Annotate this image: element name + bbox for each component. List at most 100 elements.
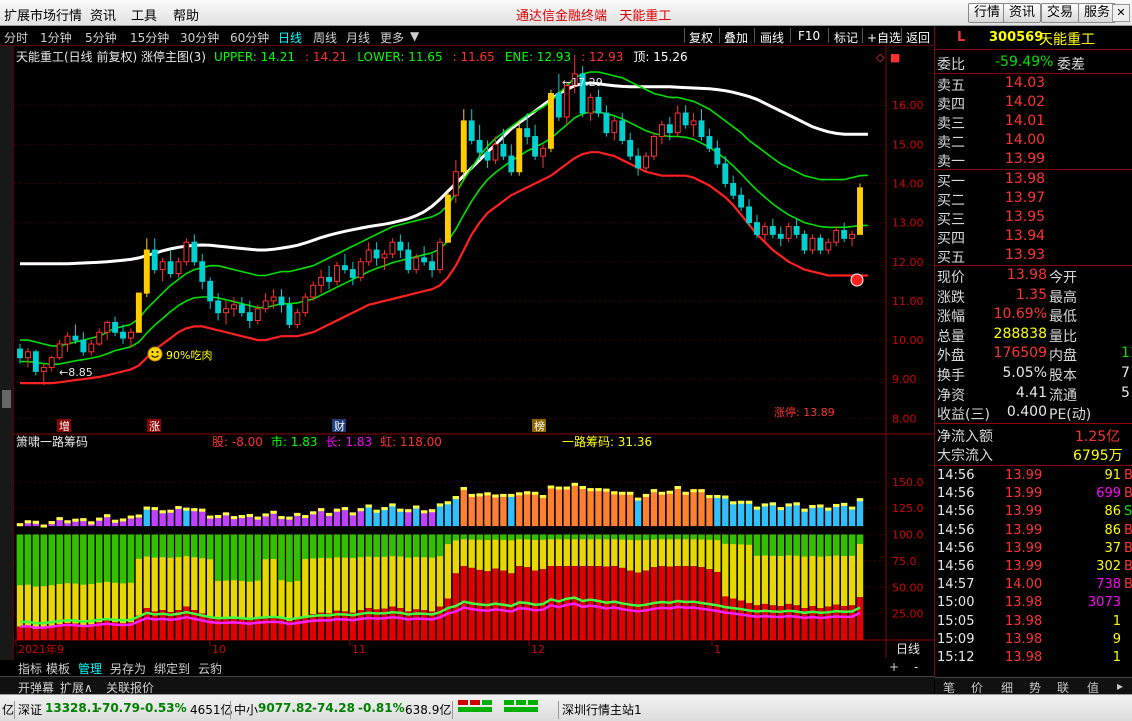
marker-finance[interactable]: 财 bbox=[334, 419, 345, 433]
stat-row[interactable]: 现价 13.98 今开 bbox=[935, 267, 1132, 286]
period-tab-15min[interactable]: 15分钟 bbox=[130, 29, 169, 46]
ask-row[interactable]: 卖四 14.02 bbox=[935, 94, 1132, 113]
draw-button[interactable]: 画线 bbox=[760, 29, 784, 46]
tick-volume: 86 bbox=[1104, 504, 1121, 520]
ask-level-label: 卖三 bbox=[937, 116, 965, 132]
period-tab-weekly[interactable]: 周线 bbox=[313, 29, 337, 46]
tab-indicator[interactable]: 指标 bbox=[18, 660, 42, 677]
tab-bind[interactable]: 绑定到 bbox=[154, 660, 190, 677]
zoom-in-icon[interactable]: + bbox=[889, 660, 899, 674]
bid-row[interactable]: 买五 13.93 bbox=[935, 247, 1132, 266]
stat-row[interactable]: 涨幅 10.69% 最低 bbox=[935, 306, 1132, 325]
ask-row[interactable]: 卖一 13.99 bbox=[935, 151, 1132, 170]
server-name[interactable]: 深圳行情主站1 bbox=[562, 701, 642, 718]
menu-item-market[interactable]: 扩展市场行情 bbox=[4, 5, 82, 24]
service-button[interactable]: 服务 bbox=[1078, 3, 1117, 23]
sentiment-bar bbox=[460, 487, 467, 527]
menu-item-help[interactable]: 帮助 bbox=[173, 5, 199, 24]
tick-row[interactable]: 15:00 13.98 3073 bbox=[935, 595, 1132, 613]
tick-row[interactable]: 14:56 13.99 302 B bbox=[935, 559, 1132, 577]
sentiment-bar bbox=[785, 503, 792, 527]
adjust-button[interactable]: 复权 bbox=[689, 29, 713, 46]
sentiment-cap bbox=[127, 515, 135, 519]
tab-template[interactable]: 模板 bbox=[46, 660, 70, 677]
news-button[interactable]: 资讯 bbox=[1003, 3, 1042, 23]
ask-row[interactable]: 卖二 14.00 bbox=[935, 132, 1132, 151]
bid-row[interactable]: 买四 13.94 bbox=[935, 228, 1132, 247]
period-tab-daily[interactable]: 日线 bbox=[278, 29, 302, 46]
marker-increase[interactable]: 增 bbox=[59, 419, 70, 433]
bid-row[interactable]: 买一 13.98 bbox=[935, 171, 1132, 190]
sentiment-bar bbox=[674, 486, 681, 527]
tick-price: 13.99 bbox=[1005, 559, 1043, 574]
marker-rise[interactable]: 涨 bbox=[149, 420, 160, 433]
chip-bar-green bbox=[365, 534, 372, 557]
ask-row[interactable]: 卖五 14.03 bbox=[935, 75, 1132, 94]
tick-row[interactable]: 14:56 13.99 91 B bbox=[935, 468, 1132, 486]
ask-row[interactable]: 卖三 14.01 bbox=[935, 113, 1132, 132]
period-tab-30min[interactable]: 30分钟 bbox=[180, 29, 219, 46]
kline-chart[interactable]: 16.00 15.00 14.00 13.00 12.00 11.00 10.00 9.00 8… bbox=[14, 46, 934, 658]
sentiment-cap bbox=[96, 517, 103, 521]
period-tab-timeshare[interactable]: 分时 bbox=[4, 29, 28, 46]
tick-row[interactable]: 14:56 13.99 699 B bbox=[935, 486, 1132, 504]
f10-button[interactable]: F10 bbox=[798, 29, 820, 43]
tab-save-as[interactable]: 另存为 bbox=[110, 660, 146, 677]
chart-close-icon[interactable]: ■ bbox=[890, 51, 900, 64]
overlay-button[interactable]: 叠加 bbox=[724, 29, 748, 46]
stat-row[interactable]: 涨跌 1.35 最高 bbox=[935, 287, 1132, 306]
tick-row[interactable]: 14:56 13.99 37 B bbox=[935, 541, 1132, 559]
period-tab-60min[interactable]: 60分钟 bbox=[230, 29, 269, 46]
close-icon[interactable]: ✕ bbox=[1112, 4, 1130, 22]
tab-more-icon[interactable]: ▸ bbox=[1117, 679, 1123, 693]
quote-button[interactable]: 行情 bbox=[968, 3, 1007, 23]
bid-row[interactable]: 买二 13.97 bbox=[935, 190, 1132, 209]
tab-cloud[interactable]: 云豹 bbox=[198, 660, 222, 677]
stat-row[interactable]: 总量 288838 量比 bbox=[935, 326, 1132, 345]
trade-button[interactable]: 交易 bbox=[1041, 3, 1080, 23]
zoom-out-icon[interactable]: - bbox=[914, 660, 918, 674]
tab-manage[interactable]: 管理 bbox=[78, 660, 102, 677]
chart-options-icon[interactable]: ◇ bbox=[876, 51, 885, 64]
menu-item-tools[interactable]: 工具 bbox=[131, 5, 157, 24]
tick-row[interactable]: 14:56 13.99 86 S bbox=[935, 504, 1132, 522]
period-tab-1min[interactable]: 1分钟 bbox=[40, 29, 72, 46]
stat-row[interactable]: 换手 5.05% 股本 7 bbox=[935, 365, 1132, 384]
tick-row[interactable]: 15:09 13.98 9 bbox=[935, 632, 1132, 650]
ask-price: 14.02 bbox=[1005, 94, 1046, 110]
tick-row[interactable]: 15:05 13.98 1 bbox=[935, 614, 1132, 632]
mark-button[interactable]: 标记 bbox=[834, 29, 858, 46]
chip-bar-green bbox=[413, 534, 420, 557]
sentiment-bar bbox=[484, 492, 491, 527]
netflow-value: 1.25亿 bbox=[1075, 429, 1121, 445]
stat-row[interactable]: 净资 4.41 流通 5 bbox=[935, 385, 1132, 404]
sentiment-cap bbox=[286, 516, 293, 520]
zx-change: -74.28 bbox=[312, 701, 355, 715]
zx-label[interactable]: 中小 bbox=[234, 701, 258, 718]
menu-item-news[interactable]: 资讯 bbox=[90, 5, 116, 24]
bid-row[interactable]: 买三 13.95 bbox=[935, 209, 1132, 228]
sentiment-bar bbox=[436, 503, 444, 527]
sz-label[interactable]: 深证 bbox=[18, 701, 42, 718]
more-dropdown-icon[interactable]: ▼ bbox=[410, 29, 419, 43]
tick-row[interactable]: 14:57 14.00 738 B bbox=[935, 577, 1132, 595]
candle-body bbox=[207, 280, 214, 302]
chip-bar-red bbox=[262, 616, 269, 640]
sentiment-cap bbox=[801, 508, 808, 512]
sentiment-cap bbox=[777, 507, 784, 511]
period-tab-monthly[interactable]: 月线 bbox=[346, 29, 370, 46]
back-button[interactable]: 返回 bbox=[906, 29, 930, 46]
left-drag-handle[interactable] bbox=[2, 390, 11, 408]
tick-row[interactable]: 14:56 13.99 86 B bbox=[935, 523, 1132, 541]
stat-label: 收益(三) bbox=[937, 407, 990, 424]
chip-bar-green bbox=[397, 534, 404, 557]
stat-row[interactable]: 收益(三) 0.400 PE(动) bbox=[935, 404, 1132, 424]
stat-row[interactable]: 外盘 176509内盘 11 bbox=[935, 345, 1132, 364]
tick-row[interactable]: 15:12 13.98 1 bbox=[935, 650, 1132, 668]
period-tab-5min[interactable]: 5分钟 bbox=[85, 29, 117, 46]
sentiment-bar bbox=[658, 491, 666, 527]
candle-body bbox=[555, 92, 562, 118]
marker-ranking[interactable]: 榜 bbox=[534, 419, 545, 433]
period-tab-more[interactable]: 更多 bbox=[380, 29, 404, 46]
add-favorite-button[interactable]: +自选 bbox=[867, 29, 901, 46]
